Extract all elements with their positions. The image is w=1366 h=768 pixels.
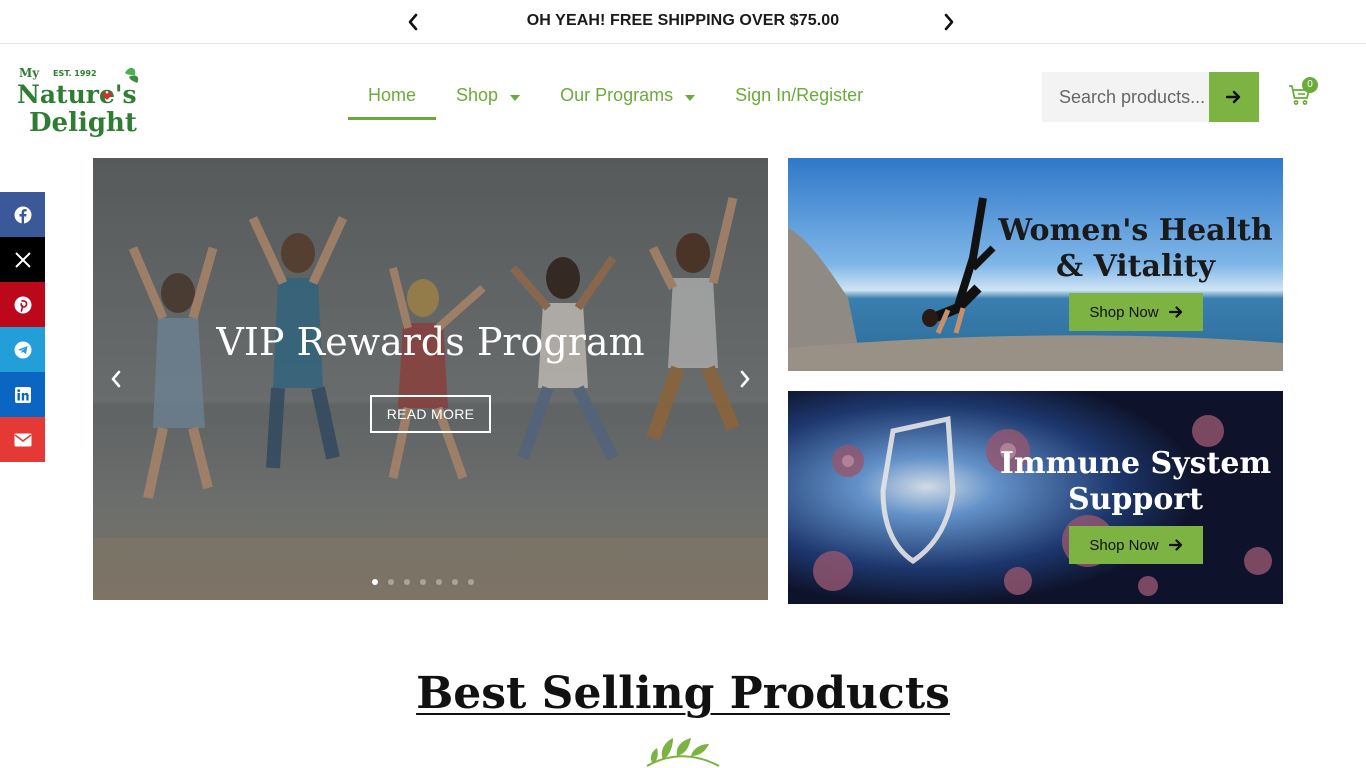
chevron-right-icon xyxy=(944,13,954,31)
logo-natures: Nature's xyxy=(17,80,137,109)
share-facebook-button[interactable] xyxy=(0,192,45,237)
nav-shop-label: Shop xyxy=(456,84,499,105)
hero-background-image xyxy=(93,158,768,600)
shop-now-button[interactable]: Shop Now xyxy=(1069,526,1203,564)
nav-our-programs[interactable]: Our Programs xyxy=(540,70,715,120)
cart-count-badge: 0 xyxy=(1302,77,1318,93)
site-header: My EST. 1992 Nature's Delight Home Shop … xyxy=(0,45,1366,150)
promo-title: Women's Health & Vitality xyxy=(998,213,1273,284)
shop-now-label: Shop Now xyxy=(1089,536,1159,554)
chevron-right-icon xyxy=(740,370,750,388)
promo-title: Immune System Support xyxy=(999,446,1272,517)
chevron-left-icon xyxy=(111,370,121,388)
hero-pagination xyxy=(372,579,474,585)
hero-dot[interactable] xyxy=(436,579,442,585)
hero-read-more-button[interactable]: READ MORE xyxy=(370,395,491,433)
caret-down-icon xyxy=(510,85,521,106)
shop-now-button[interactable]: Shop Now xyxy=(1069,293,1203,331)
linkedin-icon xyxy=(14,386,31,403)
site-logo[interactable]: My EST. 1992 Nature's Delight xyxy=(17,63,149,137)
hero-next-button[interactable] xyxy=(733,367,757,391)
hero-title: VIP Rewards Program xyxy=(216,320,645,364)
social-share-bar xyxy=(0,192,45,462)
announcement-text: OH YEAH! FREE SHIPPING OVER $75.00 xyxy=(526,12,840,29)
search-input[interactable] xyxy=(1042,72,1209,122)
nav-home-label: Home xyxy=(368,84,417,105)
facebook-icon xyxy=(14,206,31,224)
share-x-button[interactable] xyxy=(0,237,45,282)
main-nav: Home Shop Our Programs Sign In/Register xyxy=(348,70,883,120)
hero-dot[interactable] xyxy=(388,579,394,585)
caret-down-icon xyxy=(685,85,696,106)
hero-dot[interactable] xyxy=(404,579,410,585)
nav-programs-label: Our Programs xyxy=(560,84,674,105)
search-form xyxy=(1042,72,1259,122)
nav-shop[interactable]: Shop xyxy=(436,70,540,120)
announcement-bar: OH YEAH! FREE SHIPPING OVER $75.00 xyxy=(0,0,1366,44)
hero-dot[interactable] xyxy=(420,579,426,585)
nav-home[interactable]: Home xyxy=(348,70,437,120)
arrow-right-icon xyxy=(1168,306,1182,318)
x-icon xyxy=(14,251,31,268)
telegram-icon xyxy=(14,341,31,358)
hero-prev-button[interactable] xyxy=(104,367,128,391)
share-email-button[interactable] xyxy=(0,417,45,462)
hero-slider: VIP Rewards Program READ MORE xyxy=(93,158,768,600)
hero-dot[interactable] xyxy=(452,579,458,585)
hero-dot[interactable] xyxy=(372,579,378,585)
email-icon xyxy=(14,433,31,446)
search-submit-button[interactable] xyxy=(1209,72,1259,122)
share-pinterest-button[interactable] xyxy=(0,282,45,327)
logo-est: EST. 1992 xyxy=(53,69,97,78)
logo-my: My xyxy=(19,66,40,80)
promo-banner-immune-support[interactable]: Immune System Support Shop Now xyxy=(788,391,1283,604)
pinterest-icon xyxy=(14,296,31,313)
nav-sign-in[interactable]: Sign In/Register xyxy=(715,70,883,120)
announcement-next-button[interactable] xyxy=(939,12,959,32)
share-telegram-button[interactable] xyxy=(0,327,45,372)
nav-signin-label: Sign In/Register xyxy=(735,84,864,105)
arrow-right-icon xyxy=(1226,90,1241,104)
cart-button[interactable]: 0 xyxy=(1288,77,1318,113)
arrow-right-icon xyxy=(1168,539,1182,551)
leaf-sprig-icon xyxy=(646,738,720,767)
share-linkedin-button[interactable] xyxy=(0,372,45,417)
promo-banner-womens-health[interactable]: Women's Health & Vitality Shop Now xyxy=(788,158,1283,371)
section-title-best-selling: Best Selling Products xyxy=(416,668,950,719)
logo-delight: Delight xyxy=(29,108,137,137)
hero-dot[interactable] xyxy=(468,579,474,585)
shop-now-label: Shop Now xyxy=(1089,303,1159,321)
